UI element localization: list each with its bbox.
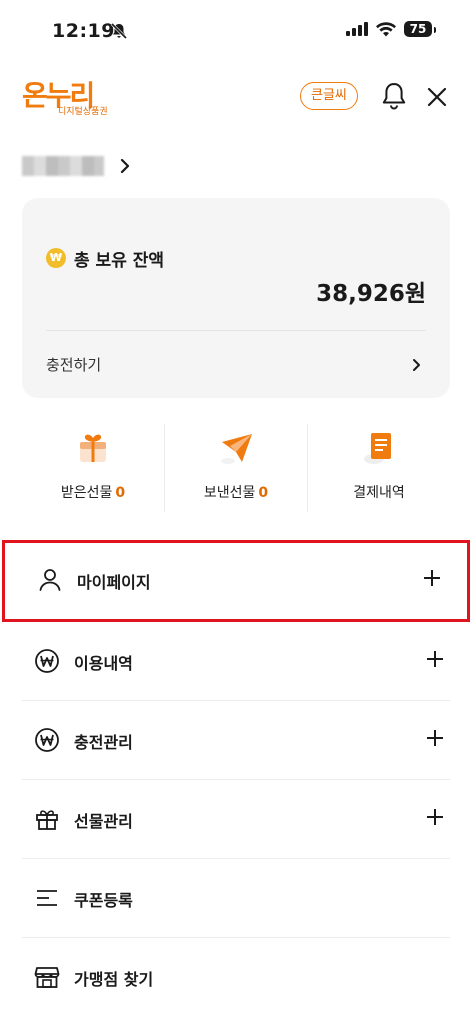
signal-icon	[346, 22, 368, 36]
menu-label: 가맹점 찾기	[74, 970, 154, 989]
status-time: 12:19	[52, 20, 115, 42]
menu-list: 마이페이지 이용내역 충전관리 선물관리 쿠폰등록 가맹점 찾기	[0, 540, 472, 1017]
sent-gift-count: 0	[258, 485, 269, 501]
large-font-button[interactable]: 큰글씨	[300, 82, 358, 110]
battery-indicator: 75	[404, 21, 436, 37]
menu-label: 충전관리	[74, 733, 133, 752]
plus-icon[interactable]	[426, 729, 444, 747]
menu-item-charge-management[interactable]: 충전관리	[22, 701, 450, 780]
plus-icon[interactable]	[426, 808, 444, 826]
quick-actions: 받은선물 0 보낸선물 0 결제내역	[22, 424, 450, 512]
onnuri-logo[interactable]: 온누리 디지털상품권	[22, 79, 122, 117]
status-indicators: 75	[346, 21, 436, 37]
payment-history-button[interactable]: 결제내역	[307, 424, 450, 512]
sent-gift-button[interactable]: 보낸선물 0	[164, 424, 307, 512]
balance-card: ₩ 총 보유 잔액 38,926원 충전하기	[22, 198, 450, 398]
menu-label: 쿠폰등록	[74, 891, 133, 910]
won-coin-icon	[35, 728, 59, 752]
app-header: 온누리 디지털상품권 큰글씨	[0, 78, 472, 118]
received-gift-icon	[80, 434, 106, 462]
won-coin-icon: ₩	[46, 248, 66, 268]
chevron-right-icon[interactable]	[412, 358, 422, 372]
received-gift-button[interactable]: 받은선물 0	[22, 424, 164, 512]
received-gift-label: 받은선물 0	[60, 485, 126, 501]
logo-sub-text: 디지털상품권	[58, 107, 108, 117]
silent-bell-icon	[110, 22, 128, 40]
payment-history-icon	[364, 433, 391, 464]
card-divider	[46, 330, 426, 331]
plus-icon[interactable]	[423, 569, 441, 587]
menu-item-gift-management[interactable]: 선물관리	[22, 780, 450, 859]
menu-item-mypage[interactable]: 마이페이지	[2, 540, 470, 622]
menu-item-usage-history[interactable]: 이용내역	[22, 622, 450, 701]
notification-bell-icon[interactable]	[380, 81, 408, 111]
menu-label: 선물관리	[74, 812, 133, 831]
menu-label: 이용내역	[74, 654, 133, 673]
payment-history-label: 결제내역	[353, 485, 405, 501]
user-profile-link[interactable]	[22, 152, 142, 180]
chevron-right-icon	[120, 158, 130, 174]
close-icon[interactable]	[424, 84, 450, 110]
menu-label: 마이페이지	[77, 573, 151, 592]
balance-amount: 38,926원	[316, 281, 426, 307]
plus-icon[interactable]	[426, 650, 444, 668]
balance-label: 총 보유 잔액	[74, 251, 165, 271]
sent-gift-label: 보낸선물 0	[203, 485, 269, 501]
user-name-blurred	[22, 156, 104, 176]
menu-item-find-store[interactable]: 가맹점 찾기	[22, 938, 450, 1017]
store-icon	[34, 967, 60, 988]
won-coin-icon	[35, 649, 59, 673]
person-icon	[39, 569, 61, 591]
received-gift-count: 0	[115, 485, 126, 501]
status-bar: 12:19 75	[0, 0, 472, 64]
sent-gift-icon	[221, 434, 252, 464]
menu-item-coupon-register[interactable]: 쿠폰등록	[22, 859, 450, 938]
charge-link-label[interactable]: 충전하기	[46, 354, 101, 375]
wifi-icon	[376, 21, 396, 36]
list-lines-icon	[37, 890, 57, 906]
gift-icon	[36, 810, 58, 830]
